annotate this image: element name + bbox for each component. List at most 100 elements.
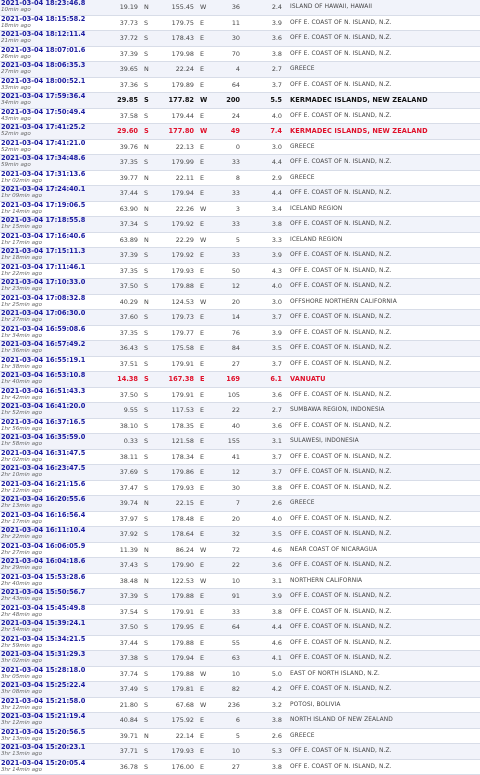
event-datetime-link[interactable]: 2021-03-04 17:24:40.1 [1,186,108,193]
event-datetime-link[interactable]: 2021-03-04 15:39:24.1 [1,620,108,627]
event-datetime-link[interactable]: 2021-03-04 15:20:05.4 [1,759,108,767]
table-row[interactable]: 2021-03-04 16:31:47.5 2hr 02min ago 38.11 S… [0,449,480,465]
event-datetime-link[interactable]: 2021-03-04 17:16:40.6 [1,232,108,240]
table-row[interactable]: 2021-03-04 18:06:35.3 27min ago 39.65 N 22.2… [0,61,480,78]
event-datetime-link[interactable]: 2021-03-04 15:20:23.1 [1,744,108,751]
table-row[interactable]: 2021-03-04 17:59:36.4 34min ago 29.85 S 177.… [0,92,480,109]
table-row[interactable]: 2021-03-04 17:41:21.0 52min ago 39.76 N 22.1… [0,139,480,155]
table-row[interactable]: 2021-03-04 16:57:49.2 1hr 36min ago 36.43 S… [0,340,480,357]
table-row[interactable]: 2021-03-04 16:59:08.6 1hr 34min ago 37.35 S… [0,325,480,341]
table-row[interactable]: 2021-03-04 17:11:46.1 1hr 22min ago 37.35 S… [0,263,480,279]
event-datetime-link[interactable]: 2021-03-04 15:25:22.4 [1,682,108,689]
event-datetime-link[interactable]: 2021-03-04 15:34:21.5 [1,635,108,643]
event-datetime-link[interactable]: 2021-03-04 15:53:28.6 [1,573,108,581]
table-row[interactable]: 2021-03-04 16:23:47.5 2hr 10min ago 37.69 S… [0,464,480,481]
event-datetime-link[interactable]: 2021-03-04 18:12:11.4 [1,31,108,38]
event-datetime-link[interactable]: 2021-03-04 17:18:55.8 [1,217,108,224]
table-row[interactable]: 2021-03-04 15:53:28.6 2hr 40min ago 38.48 N… [0,573,480,589]
event-datetime-link[interactable]: 2021-03-04 18:15:58.2 [1,15,108,23]
table-row[interactable]: 2021-03-04 16:04:18.6 2hr 29min ago 37.43 S… [0,557,480,574]
event-datetime-link[interactable]: 2021-03-04 16:59:08.6 [1,325,108,333]
table-row[interactable]: 2021-03-04 17:16:40.6 1hr 17min ago 63.89 N… [0,232,480,248]
table-row[interactable]: 2021-03-04 16:20:55.6 2hr 13min ago 39.74 N… [0,495,480,512]
table-row[interactable]: 2021-03-04 17:15:11.3 1hr 18min ago 37.39 S… [0,247,480,264]
event-datetime-link[interactable]: 2021-03-04 17:34:48.6 [1,155,108,162]
event-datetime-link[interactable]: 2021-03-04 17:31:13.6 [1,170,108,178]
table-row[interactable]: 2021-03-04 16:41:20.0 1hr 52min ago 9.55 S 1… [0,402,480,419]
table-row[interactable]: 2021-03-04 17:50:49.4 43min ago 37.58 S 179.… [0,108,480,124]
table-row[interactable]: 2021-03-04 16:11:10.4 2hr 22min ago 37.92 S… [0,526,480,543]
event-datetime-link[interactable]: 2021-03-04 15:28:18.0 [1,666,108,674]
table-row[interactable]: 2021-03-04 15:21:58.0 3hr 12min ago 21.80 S… [0,697,480,713]
table-row[interactable]: 2021-03-04 18:07:01.6 26min ago 37.39 S 179.… [0,46,480,62]
event-datetime-link[interactable]: 2021-03-04 15:45:49.8 [1,604,108,612]
table-row[interactable]: 2021-03-04 16:55:19.1 1hr 38min ago 37.51 S… [0,356,480,372]
event-datetime-link[interactable]: 2021-03-04 17:10:33.0 [1,279,108,286]
table-row[interactable]: 2021-03-04 17:10:33.0 1hr 23min ago 37.50 S… [0,278,480,295]
table-row[interactable]: 2021-03-04 17:08:32.8 1hr 25min ago 40.29 N… [0,294,480,310]
event-datetime-link[interactable]: 2021-03-04 16:04:18.6 [1,558,108,565]
event-datetime-link[interactable]: 2021-03-04 16:06:05.9 [1,542,108,550]
event-datetime-link[interactable]: 2021-03-04 15:21:58.0 [1,697,108,705]
table-row[interactable]: 2021-03-04 15:20:56.5 3hr 13min ago 39.71 N… [0,728,480,744]
event-datetime-link[interactable]: 2021-03-04 18:06:35.3 [1,62,108,69]
event-datetime-link[interactable]: 2021-03-04 15:31:29.3 [1,651,108,658]
table-row[interactable]: 2021-03-04 17:19:06.5 1hr 14min ago 63.90 N… [0,201,480,217]
event-datetime-link[interactable]: 2021-03-04 16:51:43.3 [1,387,108,395]
table-row[interactable]: 2021-03-04 15:25:22.4 3hr 08min ago 37.49 S… [0,681,480,698]
event-datetime-link[interactable]: 2021-03-04 16:11:10.4 [1,527,108,534]
table-row[interactable]: 2021-03-04 16:51:43.3 1hr 42min ago 37.50 S… [0,387,480,403]
table-row[interactable]: 2021-03-04 15:31:29.3 3hr 02min ago 37.38 S… [0,650,480,667]
event-datetime-link[interactable]: 2021-03-04 17:15:11.3 [1,248,108,255]
event-datetime-link[interactable]: 2021-03-04 16:31:47.5 [1,449,108,457]
table-row[interactable]: 2021-03-04 16:35:59.0 1hr 58min ago 0.33 S 1… [0,433,480,450]
table-row[interactable]: 2021-03-04 15:34:21.5 2hr 59min ago 37.44 S… [0,635,480,651]
event-datetime-link[interactable]: 2021-03-04 16:57:49.2 [1,341,108,348]
event-datetime-link[interactable]: 2021-03-04 17:59:36.4 [1,93,108,100]
event-datetime-link[interactable]: 2021-03-04 16:53:10.8 [1,372,108,379]
event-datetime-link[interactable]: 2021-03-04 17:50:49.4 [1,108,108,116]
event-datetime-link[interactable]: 2021-03-04 17:06:30.0 [1,310,108,317]
event-datetime-link[interactable]: 2021-03-04 18:00:52.1 [1,77,108,85]
table-row[interactable]: 2021-03-04 18:15:58.2 18min ago 37.73 S 179.… [0,15,480,31]
table-row[interactable]: 2021-03-04 15:20:05.4 3hr 14min ago 36.78 S… [0,759,480,775]
table-row[interactable]: 2021-03-04 16:53:10.8 1hr 40min ago 14.38 S… [0,371,480,388]
table-row[interactable]: 2021-03-04 17:24:40.1 1hr 09min ago 37.44 S… [0,185,480,202]
event-datetime-link[interactable]: 2021-03-04 16:37:16.5 [1,418,108,426]
table-row[interactable]: 2021-03-04 17:41:25.2 52min ago 29.60 S 177.… [0,123,480,140]
table-row[interactable]: 2021-03-04 15:39:24.1 2hr 54min ago 37.50 S… [0,619,480,636]
table-row[interactable]: 2021-03-04 18:23:46.8 10min ago 19.19 N 155.… [0,0,480,16]
event-datetime-link[interactable]: 2021-03-04 16:21:15.6 [1,480,108,488]
event-datetime-link[interactable]: 2021-03-04 17:11:46.1 [1,263,108,271]
table-row[interactable]: 2021-03-04 17:18:55.8 1hr 15min ago 37.34 S… [0,216,480,233]
table-row[interactable]: 2021-03-04 17:06:30.0 1hr 27min ago 37.60 S… [0,309,480,326]
table-row[interactable]: 2021-03-04 16:06:05.9 2hr 27min ago 11.39 N… [0,542,480,558]
table-row[interactable]: 2021-03-04 16:16:56.4 2hr 17min ago 37.97 S… [0,511,480,527]
event-datetime-link[interactable]: 2021-03-04 15:50:56.7 [1,589,108,596]
event-datetime-link[interactable]: 2021-03-04 18:23:46.8 [1,0,108,7]
magnitude: 3.9 [242,588,284,605]
table-row[interactable]: 2021-03-04 18:12:11.4 21min ago 37.72 S 178.… [0,30,480,47]
event-datetime-link[interactable]: 2021-03-04 15:21:19.4 [1,713,108,720]
table-row[interactable]: 2021-03-04 15:21:19.4 3hr 12min ago 40.84 S… [0,712,480,729]
event-datetime-link[interactable]: 2021-03-04 16:55:19.1 [1,356,108,364]
table-row[interactable]: 2021-03-04 16:37:16.5 1hr 56min ago 38.10 S… [0,418,480,434]
event-datetime-link[interactable]: 2021-03-04 18:07:01.6 [1,46,108,54]
event-datetime-link[interactable]: 2021-03-04 16:35:59.0 [1,434,108,441]
table-row[interactable]: 2021-03-04 18:00:52.1 33min ago 37.36 S 179.… [0,77,480,93]
event-datetime-link[interactable]: 2021-03-04 16:16:56.4 [1,511,108,519]
event-datetime-link[interactable]: 2021-03-04 16:41:20.0 [1,403,108,410]
event-datetime-link[interactable]: 2021-03-04 17:19:06.5 [1,201,108,209]
table-row[interactable]: 2021-03-04 17:31:13.6 1hr 02min ago 39.77 N… [0,170,480,186]
table-row[interactable]: 2021-03-04 15:20:23.1 3hr 13min ago 37.71 S… [0,743,480,760]
event-datetime-link[interactable]: 2021-03-04 17:41:21.0 [1,139,108,147]
table-row[interactable]: 2021-03-04 15:28:18.0 3hr 05min ago 37.74 S… [0,666,480,682]
event-datetime-link[interactable]: 2021-03-04 17:41:25.2 [1,124,108,131]
table-row[interactable]: 2021-03-04 16:21:15.6 2hr 12min ago 37.47 S… [0,480,480,496]
event-datetime-link[interactable]: 2021-03-04 16:20:55.6 [1,496,108,503]
table-row[interactable]: 2021-03-04 17:34:48.6 59min ago 37.35 S 179.… [0,154,480,171]
table-row[interactable]: 2021-03-04 15:45:49.8 2hr 48min ago 37.54 S… [0,604,480,620]
table-row[interactable]: 2021-03-04 15:50:56.7 2hr 43min ago 37.39 S… [0,588,480,605]
event-datetime-link[interactable]: 2021-03-04 16:23:47.5 [1,465,108,472]
event-datetime-link[interactable]: 2021-03-04 17:08:32.8 [1,294,108,302]
